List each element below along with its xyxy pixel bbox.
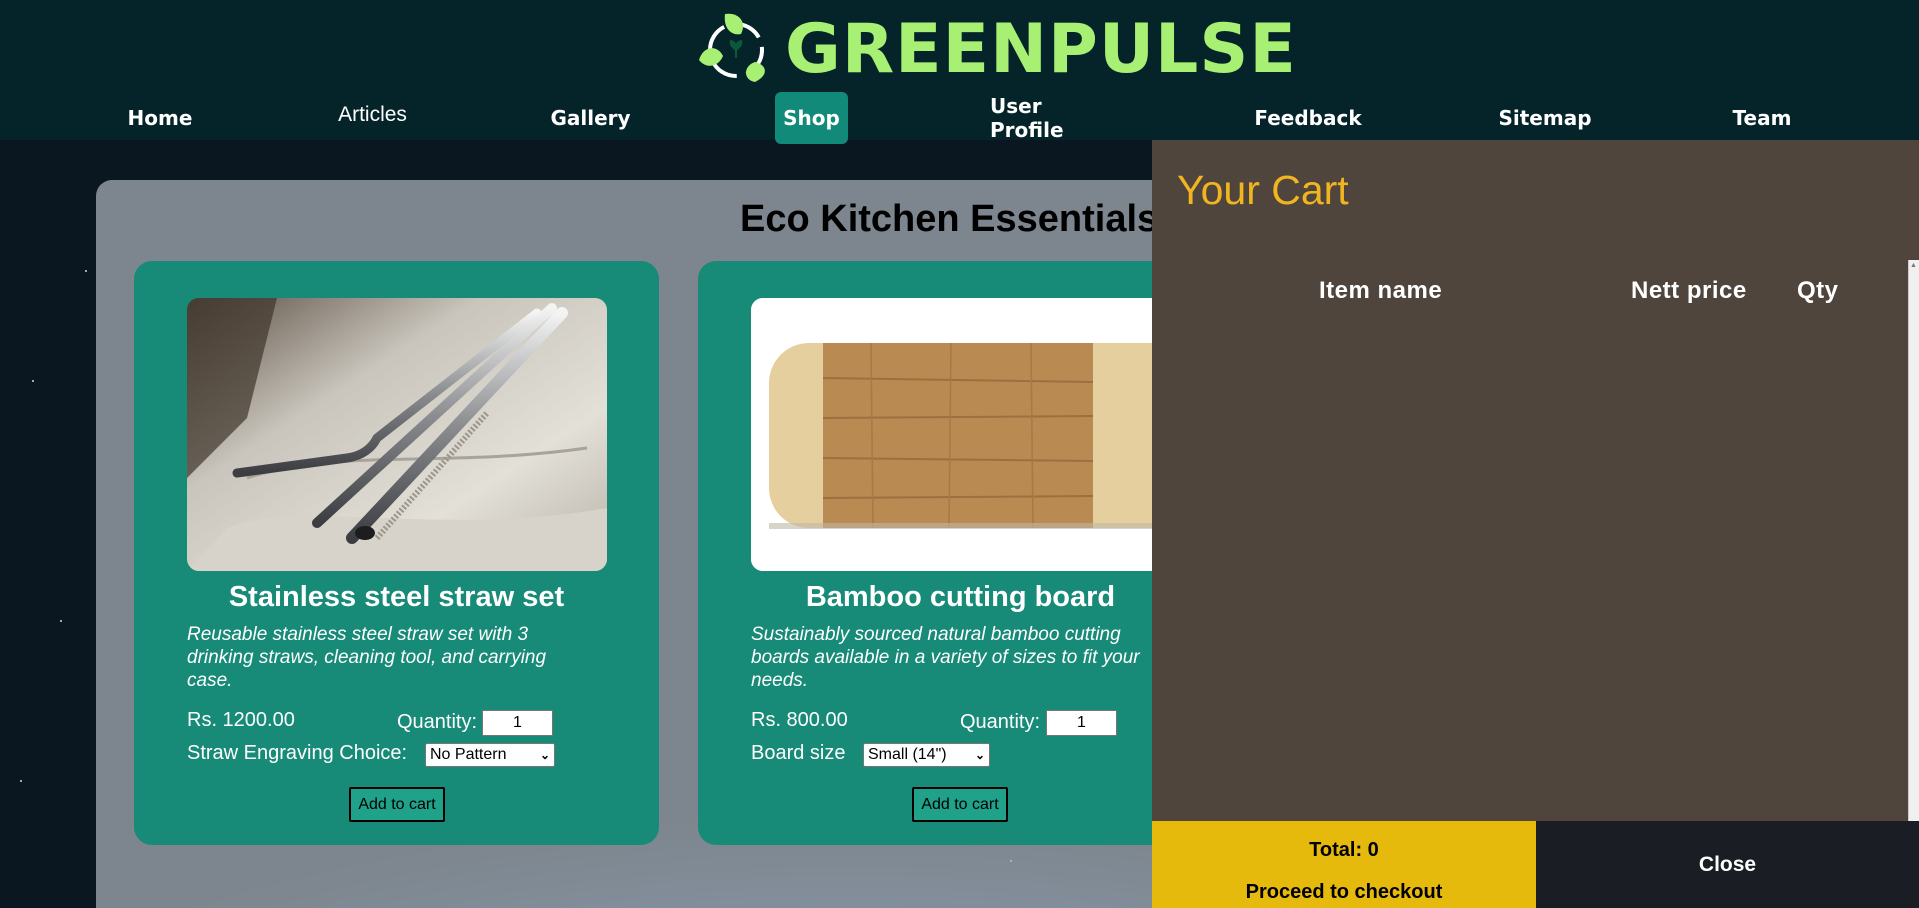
- quantity-input[interactable]: 1: [1046, 710, 1117, 736]
- brand-logo[interactable]: GREENPULSE: [695, 9, 1297, 89]
- checkout-button[interactable]: Total: 0 Proceed to checkout: [1152, 821, 1536, 908]
- close-cart-button[interactable]: Close: [1536, 821, 1919, 908]
- product-description: Sustainably sourced natural bamboo cutti…: [751, 624, 1140, 691]
- nav-home[interactable]: Home: [118, 92, 202, 144]
- proceed-to-checkout-label: Proceed to checkout: [1245, 881, 1443, 903]
- option-label: Board size: [751, 742, 846, 764]
- product-image-straws: [187, 298, 607, 571]
- scroll-up-icon[interactable]: ▲: [1910, 262, 1917, 269]
- cart-title: Your Cart: [1177, 167, 1349, 213]
- cart-drawer: Your Cart Item name Nett price Qty ▲ ▼ T…: [1152, 140, 1919, 908]
- recycle-leaf-icon: [699, 13, 765, 82]
- quantity-input[interactable]: 1: [482, 710, 553, 736]
- nav-team[interactable]: Team: [1730, 92, 1794, 144]
- nav-user-profile[interactable]: User Profile: [990, 92, 1120, 144]
- product-name: Bamboo cutting board: [805, 581, 1116, 613]
- engraving-select[interactable]: No Pattern ⌄: [425, 743, 555, 767]
- quantity-label: Quantity:: [960, 711, 1041, 733]
- product-description: Reusable stainless steel straw set with …: [187, 624, 547, 691]
- cart-scrollbar[interactable]: ▲ ▼: [1908, 260, 1919, 908]
- nav-gallery[interactable]: Gallery: [548, 92, 633, 144]
- shop-section-title: Eco Kitchen Essentials: [740, 198, 1159, 240]
- site-header: GREENPULSE Home Articles Gallery Shop Us…: [0, 0, 1919, 144]
- cart-column-item-name: Item name: [1319, 277, 1443, 304]
- add-to-cart-button[interactable]: Add to cart: [912, 787, 1008, 822]
- cart-column-nett-price: Nett price: [1631, 277, 1747, 304]
- product-card: Bamboo cutting board Sustainably sourced…: [698, 261, 1223, 845]
- quantity-label: Quantity:: [397, 711, 478, 733]
- option-label: Straw Engraving Choice:: [187, 742, 408, 764]
- chevron-down-icon: ⌄: [539, 748, 550, 762]
- nav-articles[interactable]: Articles: [330, 89, 415, 141]
- board-size-select-value: Small (14"): [868, 746, 947, 763]
- cart-footer: Total: 0 Proceed to checkout Close: [1152, 821, 1919, 908]
- board-size-select[interactable]: Small (14") ⌄: [863, 743, 990, 767]
- cart-total: Total: 0: [1309, 839, 1379, 861]
- product-card: Stainless steel straw set Reusable stain…: [134, 261, 659, 845]
- main-nav: Home Articles Gallery Shop User Profile …: [0, 89, 1919, 144]
- product-image-bamboo-board: [751, 298, 1171, 571]
- product-price: Rs. 1200.00: [187, 709, 295, 731]
- nav-shop[interactable]: Shop: [775, 92, 848, 144]
- nav-sitemap[interactable]: Sitemap: [1498, 92, 1591, 144]
- brand-name: GREENPULSE: [785, 9, 1297, 89]
- add-to-cart-button[interactable]: Add to cart: [349, 787, 445, 822]
- product-name: Stainless steel straw set: [228, 581, 565, 613]
- cart-column-qty: Qty: [1797, 277, 1839, 304]
- nav-feedback[interactable]: Feedback: [1254, 92, 1362, 144]
- product-price: Rs. 800.00: [751, 709, 848, 731]
- engraving-select-value: No Pattern: [430, 746, 507, 763]
- chevron-down-icon: ⌄: [974, 748, 985, 762]
